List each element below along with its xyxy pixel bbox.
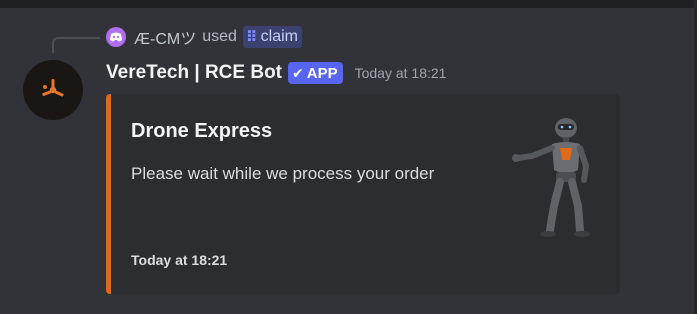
slash-command-chip[interactable]: ⠿ claim bbox=[242, 26, 302, 48]
app-badge-label: APP bbox=[306, 64, 338, 82]
message-embed: Drone Express Please wait while we proce… bbox=[106, 94, 620, 294]
bot-username[interactable]: VereTech | RCE Bot bbox=[106, 62, 282, 84]
embed-footer-timestamp: Today at 18:21 bbox=[131, 252, 228, 268]
message-timestamp[interactable]: Today at 18:21 bbox=[355, 65, 447, 81]
app-badge: ✔ APP bbox=[288, 62, 343, 84]
embed-description: Please wait while we process your order bbox=[131, 164, 435, 183]
reply-username[interactable]: Æ-CMツ bbox=[134, 25, 196, 49]
reply-used-text: used bbox=[202, 28, 237, 45]
discord-default-avatar-icon bbox=[110, 32, 122, 42]
slash-command-icon: ⠿ bbox=[245, 29, 258, 46]
command-name: claim bbox=[260, 28, 298, 45]
interaction-reference[interactable]: Æ-CMツ used ⠿ claim bbox=[106, 26, 302, 48]
embed-title: Drone Express bbox=[131, 120, 273, 142]
verified-check-icon: ✔ bbox=[292, 64, 304, 81]
bot-avatar[interactable] bbox=[23, 60, 83, 120]
drone-logo-icon bbox=[42, 79, 64, 97]
message-header: VereTech | RCE Bot ✔ APP Today at 18:21 bbox=[106, 60, 446, 86]
reply-connector-line bbox=[52, 37, 100, 53]
embed-accent-bar bbox=[106, 94, 111, 294]
robot-thumbnail[interactable] bbox=[504, 114, 604, 239]
user-avatar-small[interactable] bbox=[106, 27, 126, 47]
window-top-edge bbox=[0, 0, 697, 8]
